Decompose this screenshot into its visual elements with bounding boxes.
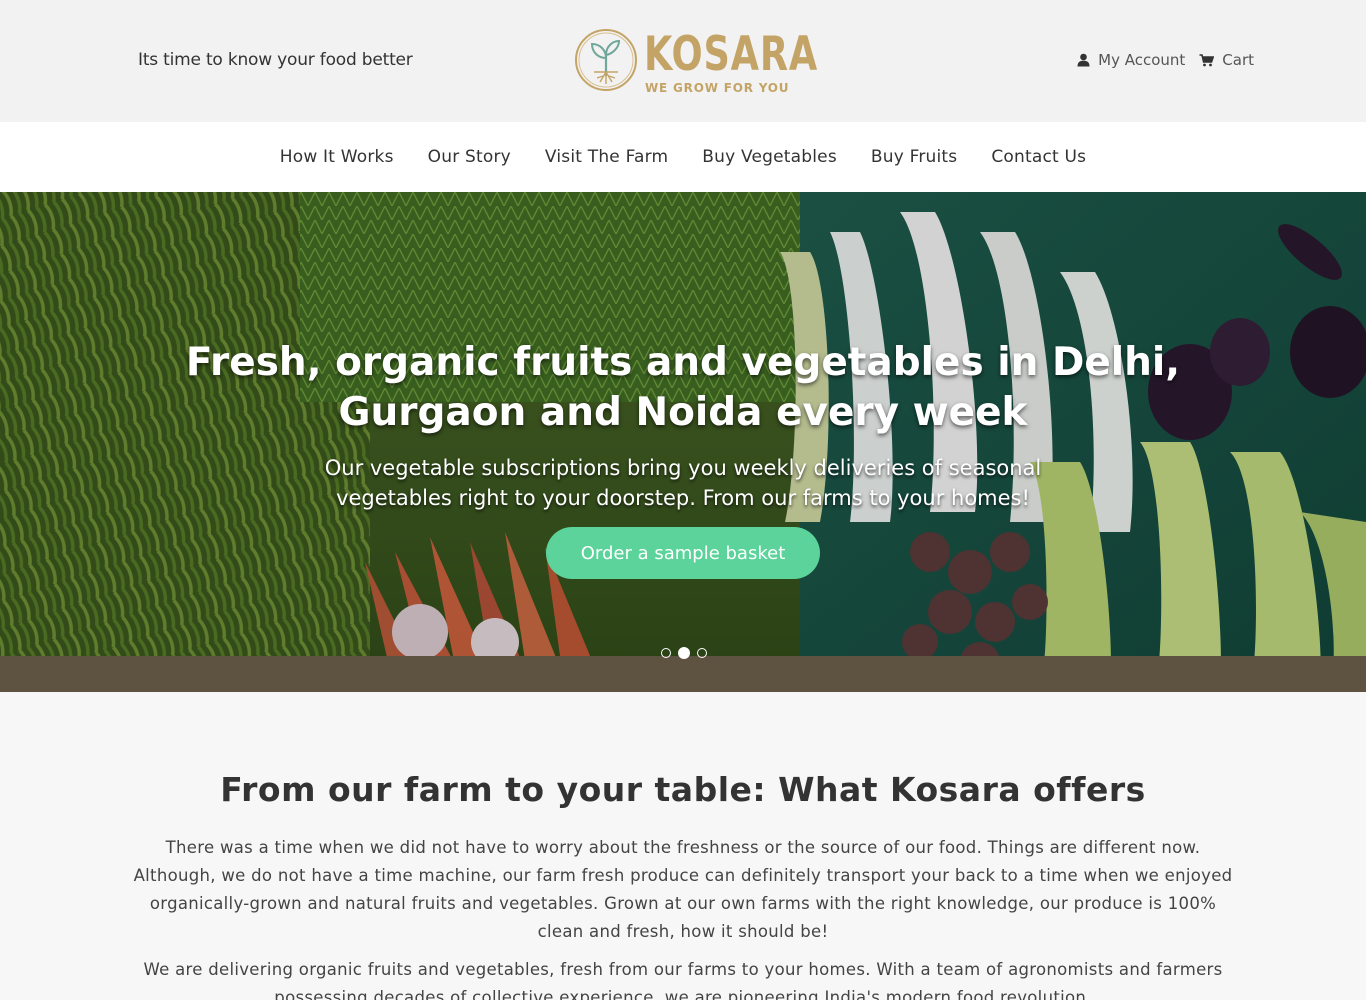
order-sample-basket-button[interactable]: Order a sample basket xyxy=(546,527,820,579)
cart-link[interactable]: Cart xyxy=(1199,51,1254,69)
hero-overlay xyxy=(0,192,1366,692)
intro-paragraph-1: There was a time when we did not have to… xyxy=(133,838,1233,941)
slider-dot-1[interactable] xyxy=(661,648,671,658)
nav-buy-vegetables[interactable]: Buy Vegetables xyxy=(702,147,837,167)
nav-our-story[interactable]: Our Story xyxy=(428,147,511,167)
slider-dot-3[interactable] xyxy=(697,648,707,658)
intro-paragraph-2: We are delivering organic fruits and veg… xyxy=(143,960,1223,1000)
nav-how-it-works[interactable]: How It Works xyxy=(280,147,394,167)
cart-icon xyxy=(1199,53,1215,66)
my-account-link[interactable]: My Account xyxy=(1077,51,1185,69)
intro-section: From our farm to your table: What Kosara… xyxy=(0,692,1366,1000)
nav-visit-the-farm[interactable]: Visit The Farm xyxy=(545,147,668,167)
logo-wordmark: KOSARA xyxy=(644,27,818,82)
intro-title: From our farm to your table: What Kosara… xyxy=(220,770,1146,809)
site-tagline: Its time to know your food better xyxy=(138,50,413,70)
cart-label: Cart xyxy=(1222,51,1254,69)
hero-title: Fresh, organic fruits and vegetables in … xyxy=(185,340,1181,435)
main-navigation: How It Works Our Story Visit The Farm Bu… xyxy=(0,122,1366,192)
leaf-logo-icon xyxy=(575,29,637,91)
my-account-label: My Account xyxy=(1098,51,1186,69)
slider-dots xyxy=(661,647,707,659)
hero-subtitle: Our vegetable subscriptions bring you we… xyxy=(324,456,1042,510)
account-links: My Account Cart xyxy=(1077,51,1254,69)
slider-dot-2[interactable] xyxy=(678,647,690,659)
kosara-logo[interactable]: KOSARA WE GROW FOR YOU xyxy=(572,26,817,98)
user-icon xyxy=(1077,53,1090,67)
logo-slogan: WE GROW FOR YOU xyxy=(645,81,790,95)
top-header: Its time to know your food better KOSARA… xyxy=(0,0,1366,122)
hero-slider: Fresh, organic fruits and vegetables in … xyxy=(0,192,1366,692)
nav-contact-us[interactable]: Contact Us xyxy=(991,147,1086,167)
nav-buy-fruits[interactable]: Buy Fruits xyxy=(871,147,957,167)
